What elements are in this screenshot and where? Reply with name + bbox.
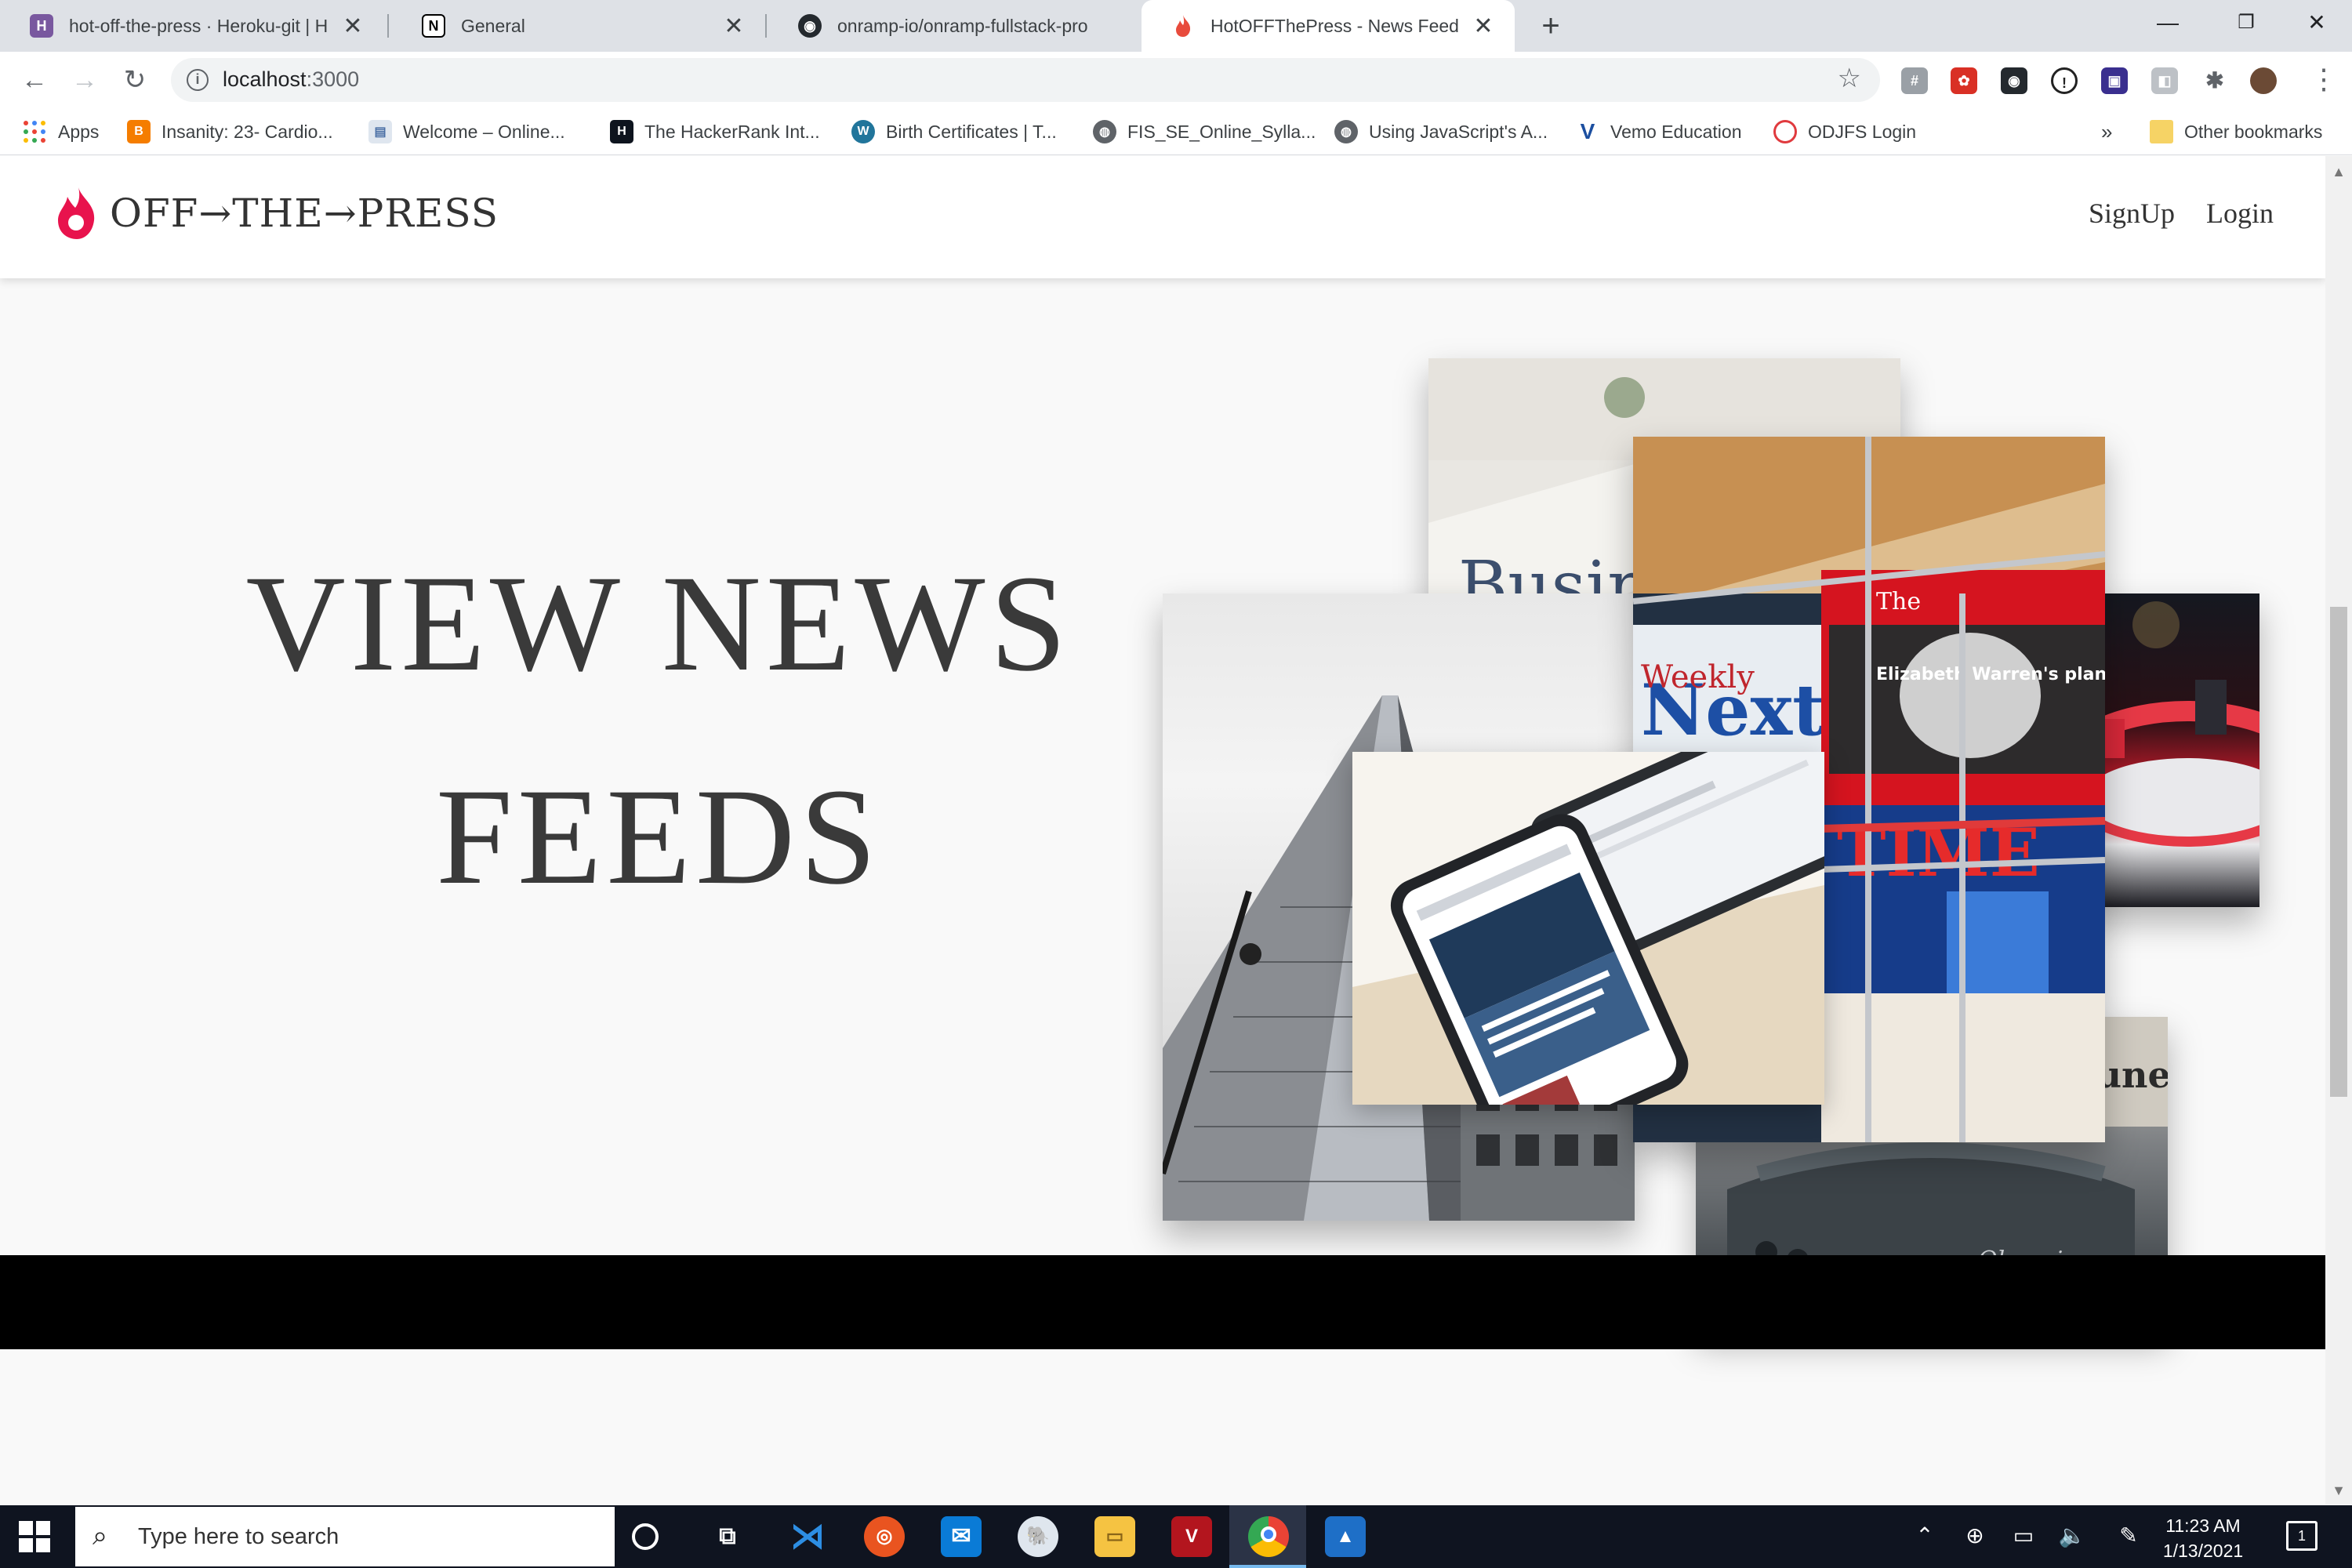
document-icon: ▤ — [368, 120, 392, 143]
extension-icon[interactable]: ! — [2051, 67, 2078, 94]
brand-logo[interactable]: OFF→THE→PRESS — [55, 186, 499, 241]
volume-icon[interactable]: 🔈 — [2053, 1523, 2092, 1548]
minimize-icon[interactable]: — — [2132, 0, 2203, 47]
other-bookmarks-folder[interactable]: Other bookmarks — [2150, 118, 2322, 146]
globe-icon: ◍ — [1093, 120, 1116, 143]
bookmark-star-icon[interactable]: ☆ — [1838, 63, 1861, 94]
info-icon[interactable]: i — [187, 69, 209, 91]
globe-icon: ◍ — [1334, 120, 1358, 143]
bookmark-hackerrank[interactable]: H The HackerRank Int... — [610, 118, 820, 146]
opera-icon — [1773, 120, 1797, 143]
page-viewport: OFF→THE→PRESS SignUp Login VIEW NEWS FEE… — [0, 156, 2325, 1411]
flame-logo-icon — [58, 187, 95, 239]
pen-icon[interactable]: ✎ — [2109, 1523, 2148, 1548]
puzzle-icon[interactable]: ✱ — [2201, 67, 2228, 94]
hero-title-line-2: FEEDS — [436, 760, 881, 913]
bookmark-insanity[interactable]: B Insanity: 23- Cardio... — [127, 118, 333, 146]
github-extension-icon[interactable]: ◉ — [2001, 67, 2027, 94]
chrome-icon[interactable] — [1248, 1516, 1289, 1557]
close-tab-icon[interactable]: ✕ — [342, 13, 364, 40]
address-bar[interactable]: i localhost:3000 ☆ — [171, 58, 1880, 102]
tab-strip: H hot-off-the-press · Heroku-git | H ✕ N… — [0, 0, 2352, 52]
hackerrank-icon: H — [610, 120, 633, 143]
scroll-up-icon[interactable]: ▲ — [2325, 164, 2352, 180]
site-navbar: OFF→THE→PRESS SignUp Login — [0, 156, 2325, 278]
back-icon[interactable]: ← — [16, 61, 53, 99]
windows-taskbar: ⌕ Type here to search ⧉ ⋊ ◎ ✉ 🐘 ▭ V ▲ ⌃ … — [0, 1505, 2352, 1568]
taskbar-clock[interactable]: 11:23 AM 1/13/2021 — [2148, 1513, 2258, 1563]
task-view-icon[interactable]: ⧉ — [707, 1516, 748, 1557]
bookmark-apps[interactable]: Apps — [24, 118, 99, 146]
tab-notion[interactable]: N General ✕ — [392, 0, 765, 52]
wordpress-icon: W — [851, 120, 875, 143]
page-scrollbar[interactable]: ▲ ▼ — [2325, 156, 2352, 1504]
taskbar-search-box[interactable]: ⌕ Type here to search — [75, 1507, 615, 1566]
bookmarks-overflow-button[interactable]: » — [2101, 118, 2112, 146]
nav-links: SignUp Login — [2089, 197, 2274, 230]
blogger-icon: B — [127, 120, 151, 143]
heroku-icon: H — [30, 14, 53, 38]
bookmark-welcome[interactable]: ▤ Welcome – Online... — [368, 118, 565, 146]
vemo-app-icon[interactable]: V — [1171, 1516, 1212, 1557]
github-icon: ◉ — [798, 14, 822, 38]
bookmarks-bar: Apps B Insanity: 23- Cardio... ▤ Welcome… — [0, 108, 2352, 155]
apps-grid-icon — [24, 121, 45, 143]
scrollbar-thumb[interactable] — [2330, 607, 2347, 1097]
close-window-icon[interactable]: ✕ — [2281, 0, 2352, 47]
bookmark-odjfs[interactable]: ODJFS Login — [1773, 118, 1916, 146]
tab-news-feed[interactable]: HotOFFThePress - News Feed ✕ — [1142, 0, 1515, 52]
notion-icon: N — [422, 14, 445, 38]
network-icon[interactable]: ⊕ — [1955, 1523, 1994, 1548]
brand-name: OFF→THE→PRESS — [110, 191, 499, 236]
hero-title: VIEW NEWS FEEDS — [157, 517, 1160, 944]
tab-divider — [765, 14, 767, 38]
cortana-icon[interactable] — [632, 1523, 659, 1550]
vscode-icon[interactable]: ⋊ — [787, 1516, 828, 1557]
bookmark-birth-certificates[interactable]: W Birth Certificates | T... — [851, 118, 1057, 146]
chevron-up-icon[interactable]: ⌃ — [1905, 1523, 1944, 1548]
svg-text:Weekly: Weekly — [1641, 659, 1755, 695]
extension-icon[interactable]: ◧ — [2151, 67, 2178, 94]
windows-start-icon[interactable] — [19, 1521, 50, 1552]
ubuntu-icon[interactable]: ◎ — [864, 1516, 905, 1557]
url-text: localhost:3000 — [223, 67, 360, 91]
photo-phone-news-app — [1352, 752, 1824, 1105]
bookmark-fis-syllabus[interactable]: ◍ FIS_SE_Online_Sylla... — [1093, 118, 1316, 146]
tab-github[interactable]: ◉ onramp-io/onramp-fullstack-pro — [768, 0, 1142, 52]
tab-heroku[interactable]: H hot-off-the-press · Heroku-git | H ✕ — [0, 0, 384, 52]
vemo-icon: V — [1580, 119, 1595, 143]
scroll-down-icon[interactable]: ▼ — [2325, 1483, 2352, 1499]
close-tab-icon[interactable]: ✕ — [1472, 13, 1494, 40]
tab-divider — [387, 14, 389, 38]
svg-text:The: The — [1876, 588, 1921, 615]
svg-text:Elizabeth Warren's plan: Elizabeth Warren's plan — [1876, 665, 2105, 684]
avatar[interactable] — [2250, 67, 2277, 94]
extension-icon[interactable]: # — [1901, 67, 1928, 94]
photos-icon[interactable]: ▲ — [1325, 1516, 1366, 1557]
login-link[interactable]: Login — [2206, 197, 2274, 230]
new-tab-button[interactable]: + — [1533, 8, 1569, 44]
page-footer — [0, 1255, 2325, 1349]
kebab-menu-icon[interactable]: ⋮ — [2308, 63, 2339, 96]
reload-icon[interactable]: ↻ — [116, 61, 154, 99]
folder-icon — [2150, 120, 2173, 143]
extension-icon[interactable]: ▣ — [2101, 67, 2128, 94]
bookmark-vemo[interactable]: V Vemo Education — [1576, 118, 1742, 146]
bookmark-javascript[interactable]: ◍ Using JavaScript's A... — [1334, 118, 1548, 146]
notification-center-icon[interactable]: 1 — [2286, 1521, 2318, 1551]
postgres-icon[interactable]: 🐘 — [1018, 1516, 1058, 1557]
search-icon: ⌕ — [93, 1521, 108, 1551]
signup-link[interactable]: SignUp — [2089, 197, 2175, 230]
forward-icon[interactable]: → — [66, 61, 103, 99]
browser-toolbar: ← → ↻ i localhost:3000 ☆ # ✿ ◉ ! ▣ ◧ ✱ ⋮ — [0, 52, 2352, 108]
mail-icon[interactable]: ✉ — [941, 1516, 982, 1557]
flame-icon — [1171, 14, 1195, 38]
extension-icon[interactable]: ✿ — [1951, 67, 1977, 94]
restore-icon[interactable]: ❐ — [2211, 0, 2281, 47]
file-explorer-icon[interactable]: ▭ — [1094, 1516, 1135, 1557]
hero-title-line-1: VIEW NEWS — [245, 547, 1072, 700]
close-tab-icon[interactable]: ✕ — [723, 13, 745, 40]
battery-icon[interactable]: ▭ — [2004, 1523, 2043, 1548]
